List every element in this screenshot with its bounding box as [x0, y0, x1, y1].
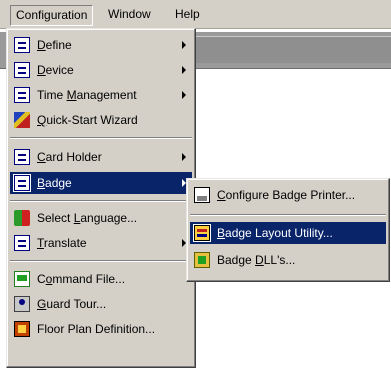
menu-item-badge-dlls[interactable]: Badge DLL's... — [190, 249, 386, 271]
badge-dll-icon — [194, 252, 210, 268]
menu-help[interactable]: Help — [170, 5, 205, 24]
menu-item-device[interactable]: Device — [10, 59, 192, 81]
badge-submenu: Configure Badge Printer... Badge Layout … — [186, 178, 390, 282]
guard-tour-icon — [14, 296, 30, 312]
menu-item-label: Translate — [37, 236, 87, 250]
menu-item-select-language[interactable]: Select Language... — [10, 207, 192, 229]
menu-item-time-management[interactable]: Time Management — [10, 84, 192, 106]
menu-item-label: Guard Tour... — [37, 297, 107, 311]
submenu-arrow-icon — [182, 66, 186, 74]
list-icon — [14, 235, 30, 251]
menu-item-label: Define — [37, 38, 72, 52]
menu-item-floor-plan-definition[interactable]: Floor Plan Definition... — [10, 318, 192, 340]
menu-item-badge-layout-utility[interactable]: Badge Layout Utility... — [190, 222, 386, 244]
menu-separator — [10, 200, 192, 202]
wizard-wand-icon — [14, 112, 30, 128]
submenu-arrow-icon — [182, 153, 186, 161]
submenu-arrow-icon — [182, 41, 186, 49]
menu-item-label: Badge DLL's... — [217, 253, 296, 267]
menu-item-card-holder[interactable]: Card Holder — [10, 146, 192, 168]
menu-item-label: Floor Plan Definition... — [37, 322, 156, 336]
menu-item-label: Quick-Start Wizard — [37, 113, 138, 127]
menu-item-label: Card Holder — [37, 150, 102, 164]
list-icon — [14, 87, 30, 103]
menu-configuration[interactable]: Configuration — [10, 5, 94, 26]
list-icon — [14, 62, 30, 78]
menu-item-label: Device — [37, 63, 74, 77]
menu-item-label: Time Management — [37, 88, 137, 102]
menu-bar: Configuration Window Help — [0, 0, 391, 29]
menu-item-translate[interactable]: Translate — [10, 232, 192, 254]
menu-item-label: Badge — [37, 176, 72, 190]
menu-item-label: Badge Layout Utility... — [217, 226, 333, 240]
list-icon — [13, 174, 31, 192]
menu-item-command-file[interactable]: Command File... — [10, 268, 192, 290]
menu-item-configure-badge-printer[interactable]: Configure Badge Printer... — [190, 184, 386, 206]
toolbar-panel — [190, 36, 391, 63]
menu-item-label: Configure Badge Printer... — [217, 188, 356, 202]
menu-window[interactable]: Window — [103, 5, 156, 24]
menu-item-label: Select Language... — [37, 211, 138, 225]
command-file-icon — [14, 271, 30, 287]
configuration-menu: Define Device Time Management Quick-Star… — [6, 28, 196, 368]
menu-separator — [10, 137, 192, 139]
menu-item-quick-start-wizard[interactable]: Quick-Start Wizard — [10, 109, 192, 131]
menu-item-label: Command File... — [37, 272, 126, 286]
menu-separator — [10, 260, 192, 262]
list-icon — [14, 149, 30, 165]
badge-layout-icon — [193, 224, 211, 242]
language-flag-icon — [14, 210, 30, 226]
menu-item-badge[interactable]: Badge — [10, 172, 192, 194]
submenu-arrow-icon — [182, 91, 186, 99]
menu-item-guard-tour[interactable]: Guard Tour... — [10, 293, 192, 315]
list-icon — [14, 37, 30, 53]
badge-printer-icon — [194, 187, 210, 203]
menu-separator — [190, 214, 386, 216]
floor-plan-icon — [14, 321, 30, 337]
menu-item-define[interactable]: Define — [10, 34, 192, 56]
